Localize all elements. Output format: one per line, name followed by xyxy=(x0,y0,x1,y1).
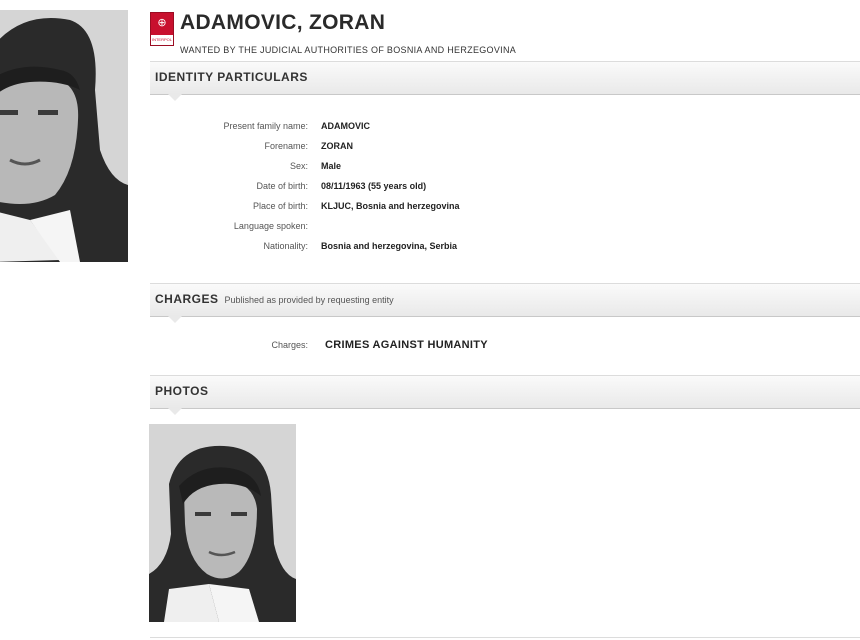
photo-thumbnail[interactable] xyxy=(149,424,296,622)
detail-row-family-name: Present family name: ADAMOVIC xyxy=(150,116,750,136)
identity-section-title: IDENTITY PARTICULARS xyxy=(155,70,308,84)
detail-value: ADAMOVIC xyxy=(321,121,370,131)
detail-label: Forename: xyxy=(264,141,308,151)
detail-label: Place of birth: xyxy=(252,201,308,211)
page-title: ADAMOVIC, ZORAN xyxy=(180,11,386,34)
thumbnail-image xyxy=(149,424,296,622)
detail-label: Date of birth: xyxy=(256,181,308,191)
portrait-image xyxy=(0,10,128,262)
detail-label: Present family name: xyxy=(223,121,308,131)
photos-section-header: PHOTOS xyxy=(150,375,860,415)
charges-subtitle: Published as provided by requesting enti… xyxy=(224,295,394,305)
notch-icon xyxy=(168,408,182,415)
charges-section-title: CHARGES Published as provided by requesti… xyxy=(155,292,394,306)
detail-row-forename: Forename: ZORAN xyxy=(150,136,750,156)
notch-icon xyxy=(168,316,182,323)
charge-row: Charges: CRIMES AGAINST HUMANITY xyxy=(150,339,750,351)
photos-section-title: PHOTOS xyxy=(155,384,209,398)
globe-icon: ⊕ xyxy=(157,16,167,29)
divider xyxy=(150,637,860,638)
charges-title-text: CHARGES xyxy=(155,292,219,306)
interpol-logo: ⊕ INTERPOL xyxy=(150,12,174,46)
detail-value: Male xyxy=(321,161,342,171)
charge-label: Charges: xyxy=(271,340,308,350)
detail-row-nationality: Nationality: Bosnia and herzegovina, Ser… xyxy=(150,236,750,256)
main-photo[interactable] xyxy=(0,10,128,262)
charge-value: CRIMES AGAINST HUMANITY xyxy=(325,339,488,351)
detail-value: 08/11/1963 (55 years old) xyxy=(321,181,427,191)
wanted-by-text: WANTED BY THE JUDICIAL AUTHORITIES OF BO… xyxy=(180,45,517,55)
detail-row-place-of-birth: Place of birth: KLJUC, Bosnia and herzeg… xyxy=(150,196,750,216)
detail-row-date-of-birth: Date of birth: 08/11/1963 (55 years old) xyxy=(150,176,750,196)
detail-value: Bosnia and herzegovina, Serbia xyxy=(321,241,458,251)
detail-value: ZORAN xyxy=(321,141,353,151)
identity-details: Present family name: ADAMOVIC Forename: … xyxy=(150,116,750,256)
detail-value: KLJUC, Bosnia and herzegovina xyxy=(321,201,460,211)
detail-row-language: Language spoken: xyxy=(150,216,750,236)
detail-label: Language spoken: xyxy=(233,221,308,231)
logo-text: INTERPOL xyxy=(151,37,172,42)
charges-section-header: CHARGES Published as provided by requesti… xyxy=(150,283,860,323)
detail-row-sex: Sex: Male xyxy=(150,156,750,176)
notch-icon xyxy=(168,94,182,101)
detail-label: Nationality: xyxy=(263,241,308,251)
identity-section-header: IDENTITY PARTICULARS xyxy=(150,61,860,101)
detail-label: Sex: xyxy=(289,161,308,171)
